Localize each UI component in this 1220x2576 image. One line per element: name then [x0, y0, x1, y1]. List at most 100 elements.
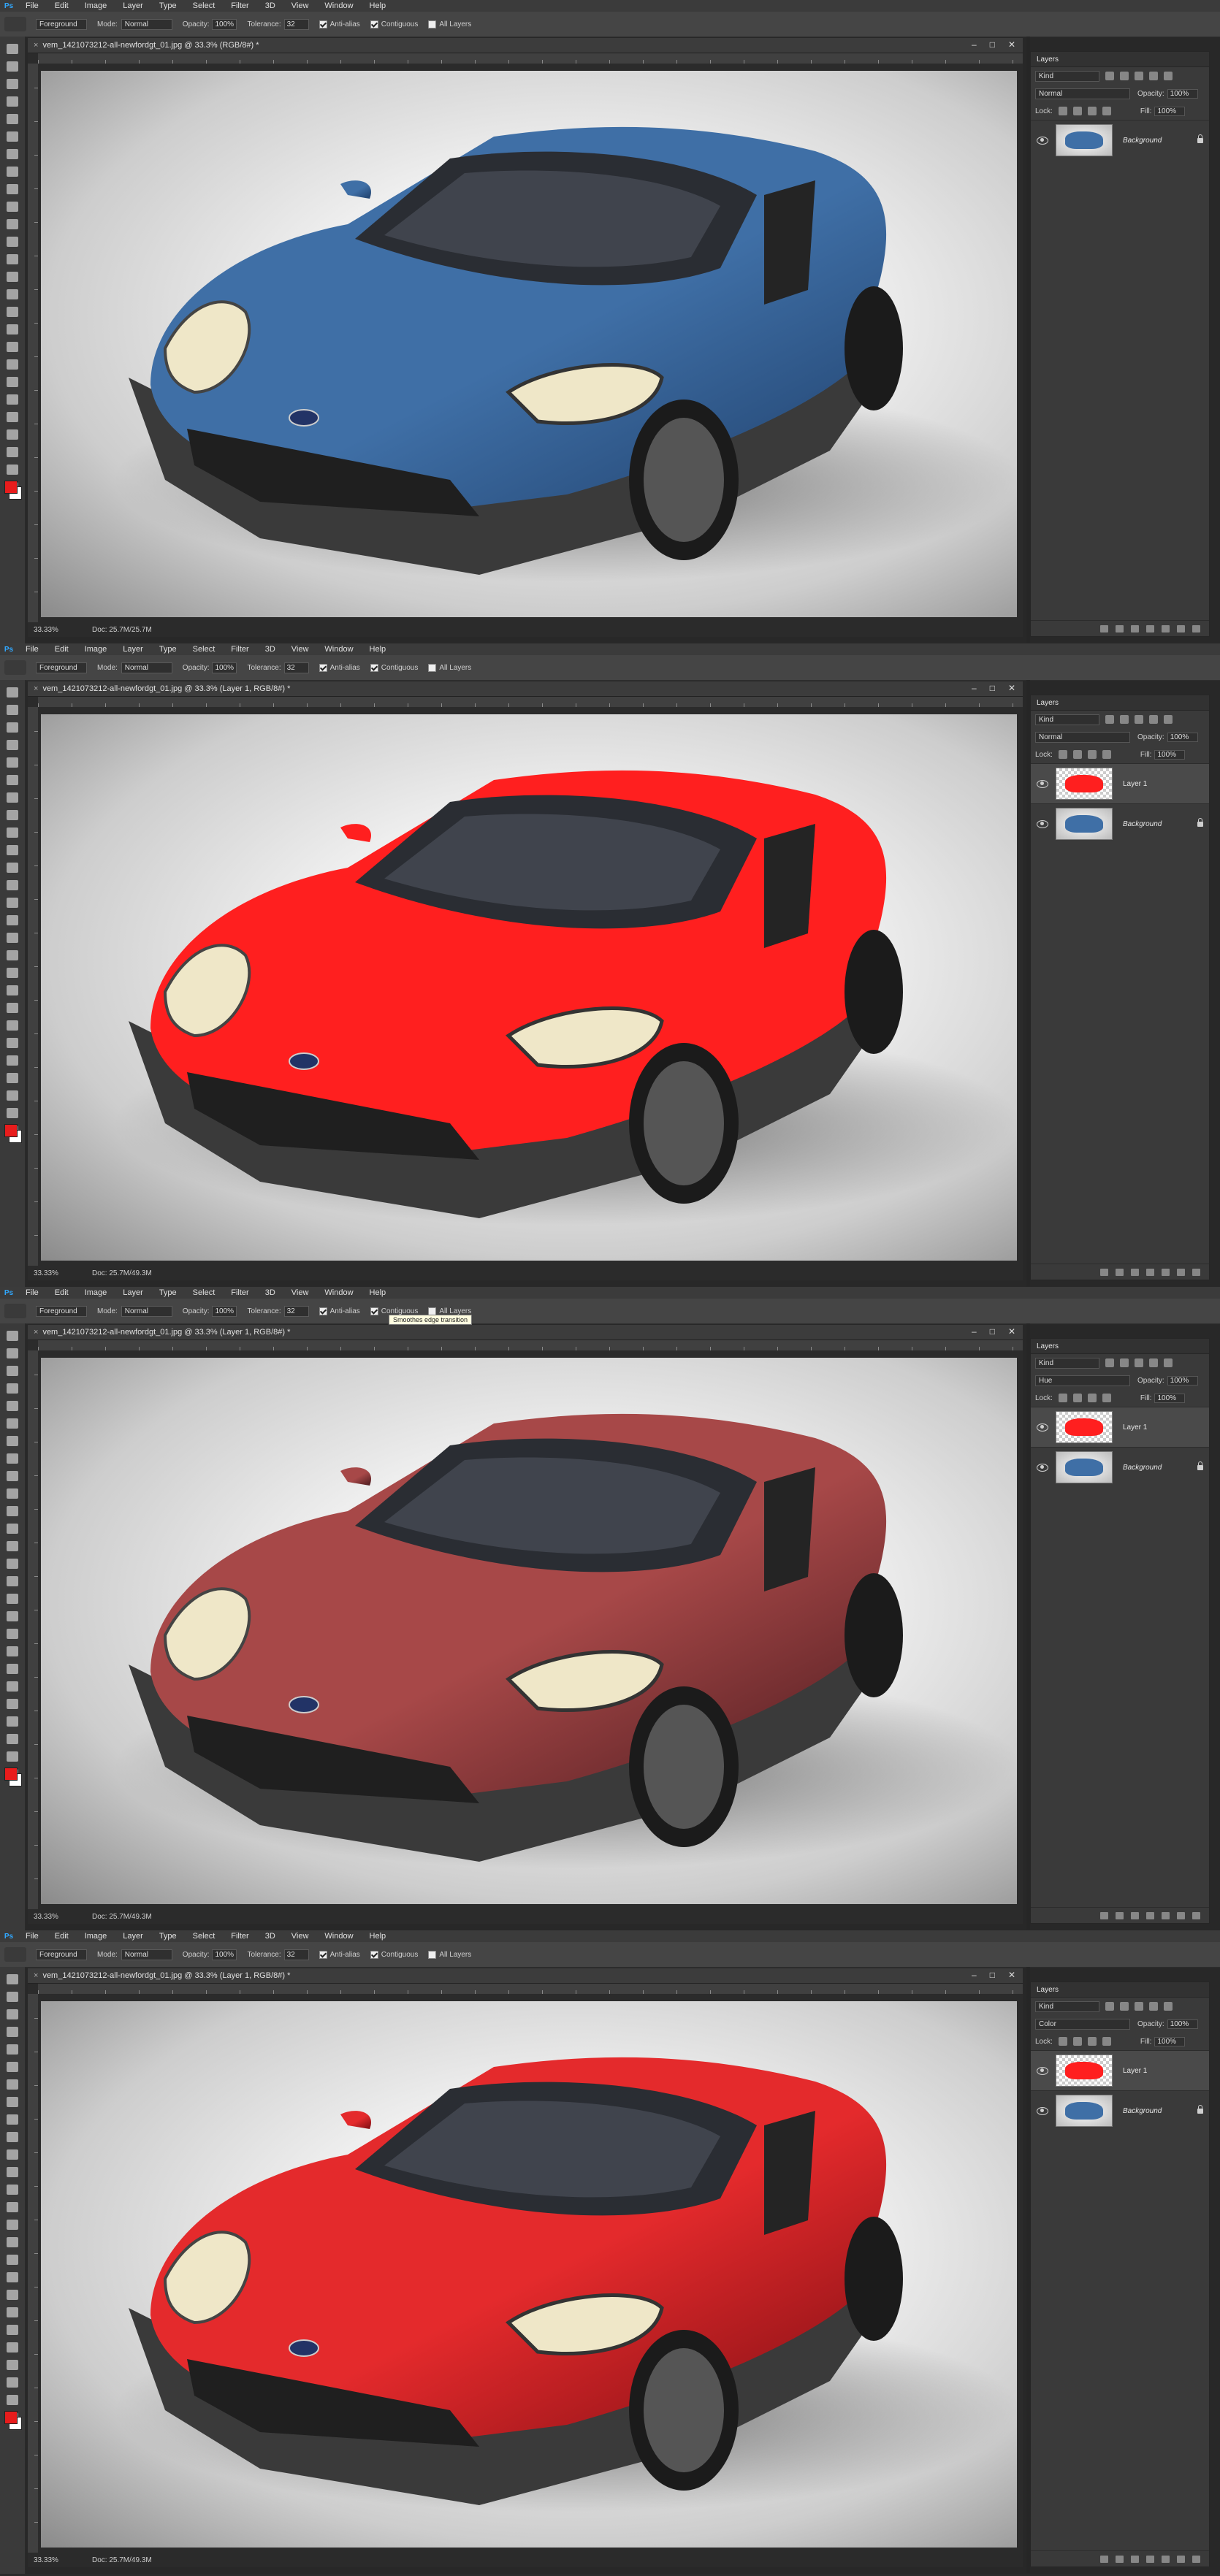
filter-icon[interactable]: [1135, 715, 1143, 724]
visibility-eye-icon[interactable]: [1037, 779, 1048, 788]
layer-name[interactable]: Background: [1123, 2107, 1162, 2115]
menu-filter[interactable]: Filter: [223, 1288, 256, 1297]
antialias-checkbox[interactable]: Anti-alias: [319, 1307, 360, 1315]
menu-file[interactable]: File: [18, 645, 47, 654]
close-tab-icon[interactable]: ×: [34, 41, 38, 50]
tool-icon[interactable]: [7, 915, 18, 925]
menu-window[interactable]: Window: [316, 645, 361, 654]
tool-icon[interactable]: [7, 1541, 18, 1551]
tool-icon[interactable]: [7, 2377, 18, 2388]
tool-icon[interactable]: [7, 933, 18, 943]
contiguous-checkbox[interactable]: Contiguous: [370, 1307, 418, 1315]
filter-icon[interactable]: [1164, 715, 1173, 724]
tool-icon[interactable]: [7, 219, 18, 229]
fill-source-select[interactable]: Foreground: [36, 1949, 87, 1960]
mode-select[interactable]: Normal: [121, 1949, 172, 1960]
menu-view[interactable]: View: [283, 1932, 317, 1941]
tool-icon[interactable]: [7, 1453, 18, 1464]
tool-icon[interactable]: [7, 2255, 18, 2265]
tool-icon[interactable]: [7, 2044, 18, 2055]
minimize-icon[interactable]: –: [972, 39, 977, 50]
tool-icon[interactable]: [7, 1090, 18, 1101]
tool-icon[interactable]: [7, 184, 18, 194]
opacity-field[interactable]: 100%: [212, 18, 237, 30]
adjustment-icon[interactable]: [1146, 2555, 1154, 2563]
kind-filter-select[interactable]: Kind: [1035, 714, 1099, 725]
tool-icon[interactable]: [7, 845, 18, 855]
lock-option-icon[interactable]: [1058, 750, 1067, 759]
tool-icon[interactable]: [7, 985, 18, 995]
antialias-checkbox[interactable]: Anti-alias: [319, 20, 360, 28]
visibility-eye-icon[interactable]: [1037, 2066, 1048, 2075]
trash-icon[interactable]: [1192, 624, 1200, 632]
zoom-level[interactable]: 33.33%: [34, 1913, 92, 1921]
tool-icon[interactable]: [7, 1055, 18, 1066]
layer-opacity-field[interactable]: 100%: [1167, 1375, 1198, 1386]
checkbox-icon[interactable]: [428, 20, 437, 28]
tool-icon[interactable]: [7, 687, 18, 697]
menu-file[interactable]: File: [18, 1288, 47, 1297]
minimize-icon[interactable]: –: [972, 1326, 977, 1337]
menu-image[interactable]: Image: [77, 1932, 115, 1941]
opacity-field[interactable]: 100%: [212, 662, 237, 673]
trash-icon[interactable]: [1192, 1911, 1200, 1919]
mode-select[interactable]: Normal: [121, 1305, 172, 1317]
menu-view[interactable]: View: [283, 1288, 317, 1297]
blend-mode-select[interactable]: Normal: [1035, 88, 1130, 99]
tool-icon[interactable]: [7, 1681, 18, 1692]
new-layer-icon[interactable]: [1177, 1268, 1185, 1276]
visibility-eye-icon[interactable]: [1037, 819, 1048, 828]
tool-icon[interactable]: [7, 44, 18, 54]
tool-icon[interactable]: [7, 2290, 18, 2300]
menu-select[interactable]: Select: [185, 1, 224, 10]
tool-icon[interactable]: [7, 1418, 18, 1429]
layer-row[interactable]: Layer 1: [1031, 1407, 1209, 1447]
layer-fill-field[interactable]: 100%: [1154, 2036, 1186, 2046]
filter-icon[interactable]: [1105, 1358, 1114, 1367]
tool-icon[interactable]: [7, 1003, 18, 1013]
tool-icon[interactable]: [7, 1664, 18, 1674]
group-icon[interactable]: [1162, 624, 1170, 632]
checkbox-icon[interactable]: [319, 663, 327, 672]
menu-type[interactable]: Type: [151, 1, 185, 10]
layer-opacity-field[interactable]: 100%: [1167, 2019, 1198, 2029]
document-tab[interactable]: × vem_1421073212-all-newfordgt_01.jpg @ 3…: [28, 38, 1023, 53]
kind-filter-select[interactable]: Kind: [1035, 2000, 1099, 2012]
adjustment-icon[interactable]: [1146, 1268, 1154, 1276]
menu-help[interactable]: Help: [362, 1932, 394, 1941]
tool-icon[interactable]: [7, 2220, 18, 2230]
tool-icon[interactable]: [7, 1020, 18, 1031]
link-icon[interactable]: [1100, 1268, 1108, 1276]
tool-icon[interactable]: [7, 1383, 18, 1394]
tool-icon[interactable]: [7, 828, 18, 838]
filter-icon[interactable]: [1135, 2002, 1143, 2011]
tool-icon[interactable]: [7, 79, 18, 89]
document-tab[interactable]: × vem_1421073212-all-newfordgt_01.jpg @ 3…: [28, 1325, 1023, 1340]
adjustment-icon[interactable]: [1146, 1911, 1154, 1919]
tool-icon[interactable]: [7, 324, 18, 335]
tool-icon[interactable]: [7, 2342, 18, 2353]
menu-image[interactable]: Image: [77, 1288, 115, 1297]
tool-icon[interactable]: [7, 1348, 18, 1358]
tool-icon[interactable]: [7, 1108, 18, 1118]
menu-image[interactable]: Image: [77, 1, 115, 10]
tool-icon[interactable]: [7, 2202, 18, 2212]
minimize-icon[interactable]: –: [972, 1970, 977, 1980]
menu-edit[interactable]: Edit: [47, 1, 77, 10]
mask-icon[interactable]: [1131, 2555, 1139, 2563]
fx-icon[interactable]: [1116, 1268, 1124, 1276]
image-canvas[interactable]: [41, 71, 1017, 617]
menu-view[interactable]: View: [283, 645, 317, 654]
menu-edit[interactable]: Edit: [47, 1932, 77, 1941]
new-layer-icon[interactable]: [1177, 624, 1185, 632]
mask-icon[interactable]: [1131, 624, 1139, 632]
maximize-icon[interactable]: □: [990, 1326, 995, 1337]
tool-icon[interactable]: [7, 394, 18, 405]
menu-view[interactable]: View: [283, 1, 317, 10]
blend-mode-select[interactable]: Hue: [1035, 1375, 1130, 1386]
layers-tab[interactable]: Layers: [1031, 52, 1209, 67]
menu-window[interactable]: Window: [316, 1288, 361, 1297]
mask-icon[interactable]: [1131, 1911, 1139, 1919]
lock-option-icon[interactable]: [1102, 1394, 1111, 1402]
menu-window[interactable]: Window: [316, 1, 361, 10]
